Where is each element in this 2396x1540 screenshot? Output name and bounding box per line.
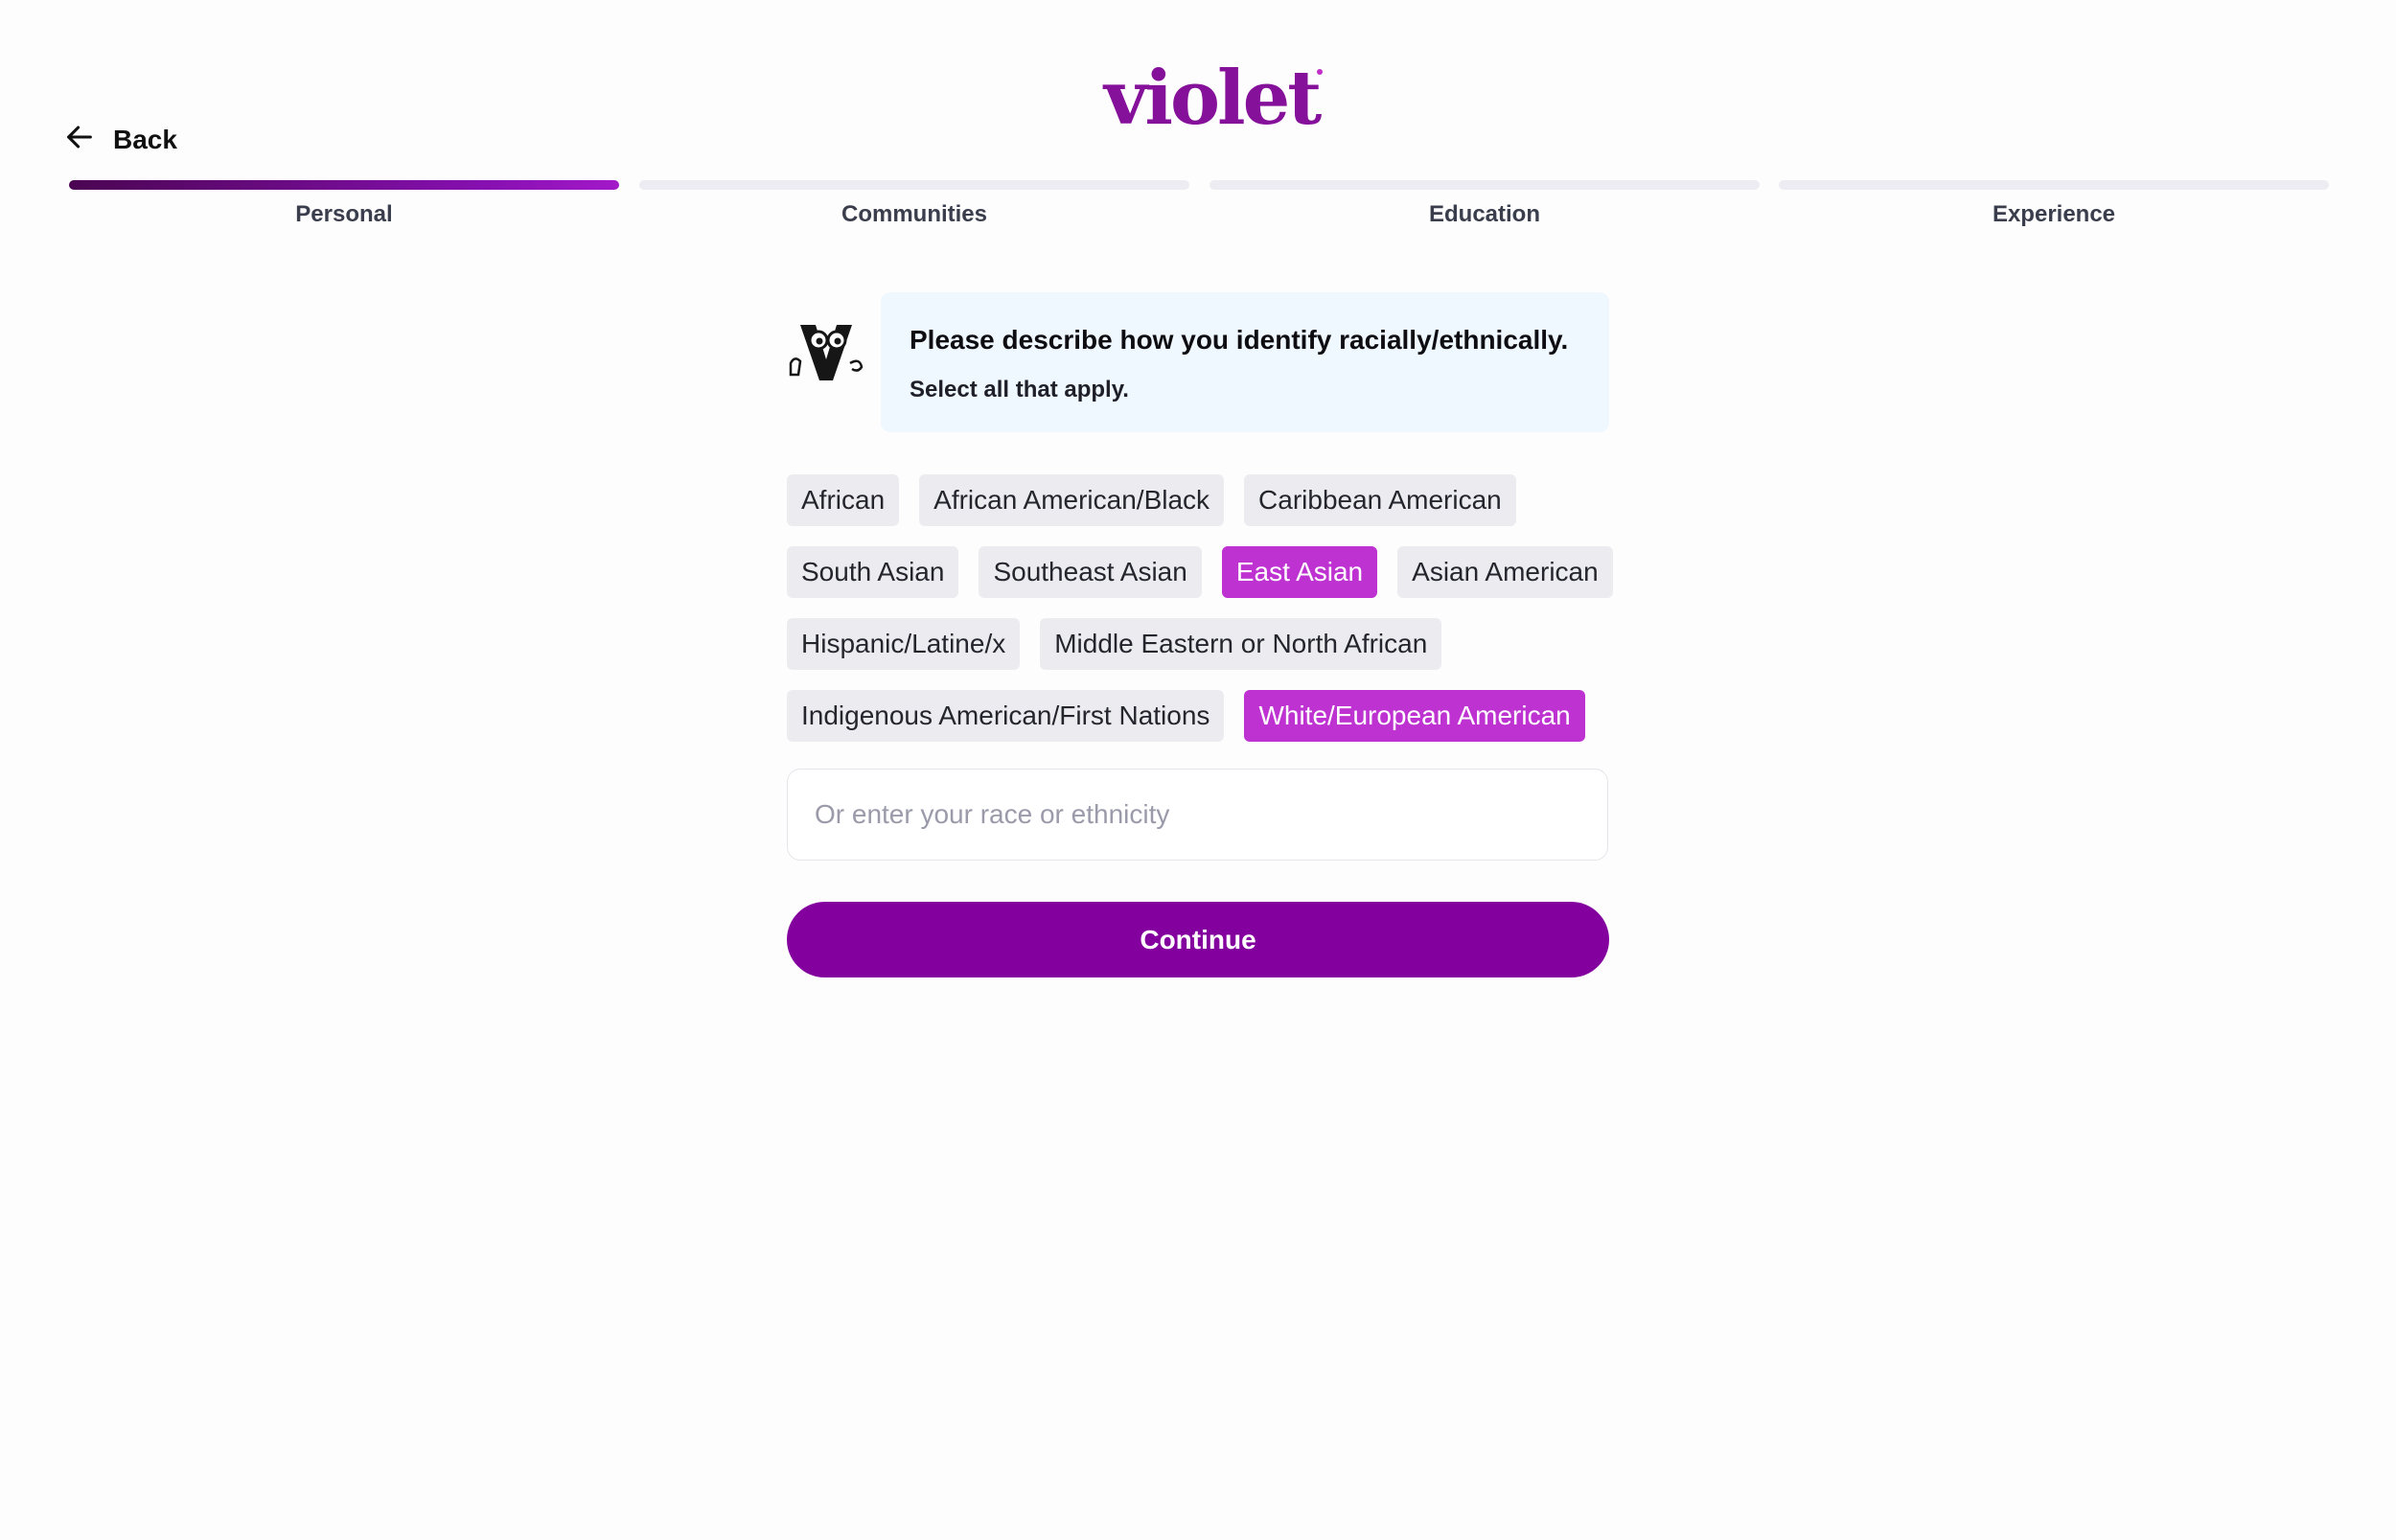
arrow-left-icon — [63, 121, 96, 160]
step-bar — [69, 180, 619, 190]
step-label: Education — [1428, 201, 1540, 227]
step-bar — [1210, 180, 1760, 190]
option-row: African African American/Black Caribbean… — [787, 474, 1611, 526]
option-chip-hispanic-latine[interactable]: Hispanic/Latine/x — [787, 618, 1021, 670]
option-chip-middle-eastern-north-african[interactable]: Middle Eastern or North African — [1040, 618, 1442, 670]
step-education: Education — [1210, 180, 1760, 228]
back-label: Back — [113, 125, 177, 154]
option-chip-east-asian[interactable]: East Asian — [1221, 546, 1378, 598]
option-chip-south-asian[interactable]: South Asian — [787, 546, 959, 598]
question-text: Please describe how you identify raciall… — [910, 325, 1569, 355]
violet-logo: violet — [1104, 55, 1324, 142]
option-chip-asian-american[interactable]: Asian American — [1397, 546, 1613, 598]
ethnicity-options: African African American/Black Caribbean… — [787, 474, 1613, 762]
step-experience: Experience — [1779, 180, 2329, 228]
step-bar — [1779, 180, 2329, 190]
violet-mascot-icon — [787, 317, 865, 384]
option-chip-caribbean-american[interactable]: Caribbean American — [1244, 474, 1516, 526]
logo-text: violet — [1104, 55, 1322, 142]
question-hint: Select all that apply. — [910, 377, 1129, 402]
option-row: Hispanic/Latine/x Middle Eastern or Nort… — [787, 618, 1611, 670]
step-label: Personal — [295, 201, 393, 227]
step-communities: Communities — [639, 180, 1189, 228]
step-label: Experience — [1992, 201, 2116, 227]
step-personal: Personal — [69, 180, 619, 228]
other-ethnicity-input[interactable] — [787, 769, 1608, 861]
question-bubble: Please describe how you identify raciall… — [881, 292, 1609, 432]
option-chip-african[interactable]: African — [787, 474, 900, 526]
back-button[interactable]: Back — [63, 119, 177, 161]
step-label: Communities — [841, 201, 987, 227]
option-chip-white-european-american[interactable]: White/European American — [1244, 690, 1585, 742]
option-chip-african-american-black[interactable]: African American/Black — [919, 474, 1225, 526]
option-row: Indigenous American/First Nations White/… — [787, 690, 1611, 742]
step-bar — [639, 180, 1189, 190]
option-row: South Asian Southeast Asian East Asian A… — [787, 546, 1613, 598]
continue-button[interactable]: Continue — [787, 902, 1609, 977]
option-chip-indigenous-american[interactable]: Indigenous American/First Nations — [787, 690, 1225, 742]
progress-steps: Personal Communities Education Experienc… — [69, 180, 2329, 238]
logo-dot — [1317, 69, 1324, 75]
question-prompt: Please describe how you identify raciall… — [787, 292, 1609, 432]
option-chip-southeast-asian[interactable]: Southeast Asian — [979, 546, 1202, 598]
